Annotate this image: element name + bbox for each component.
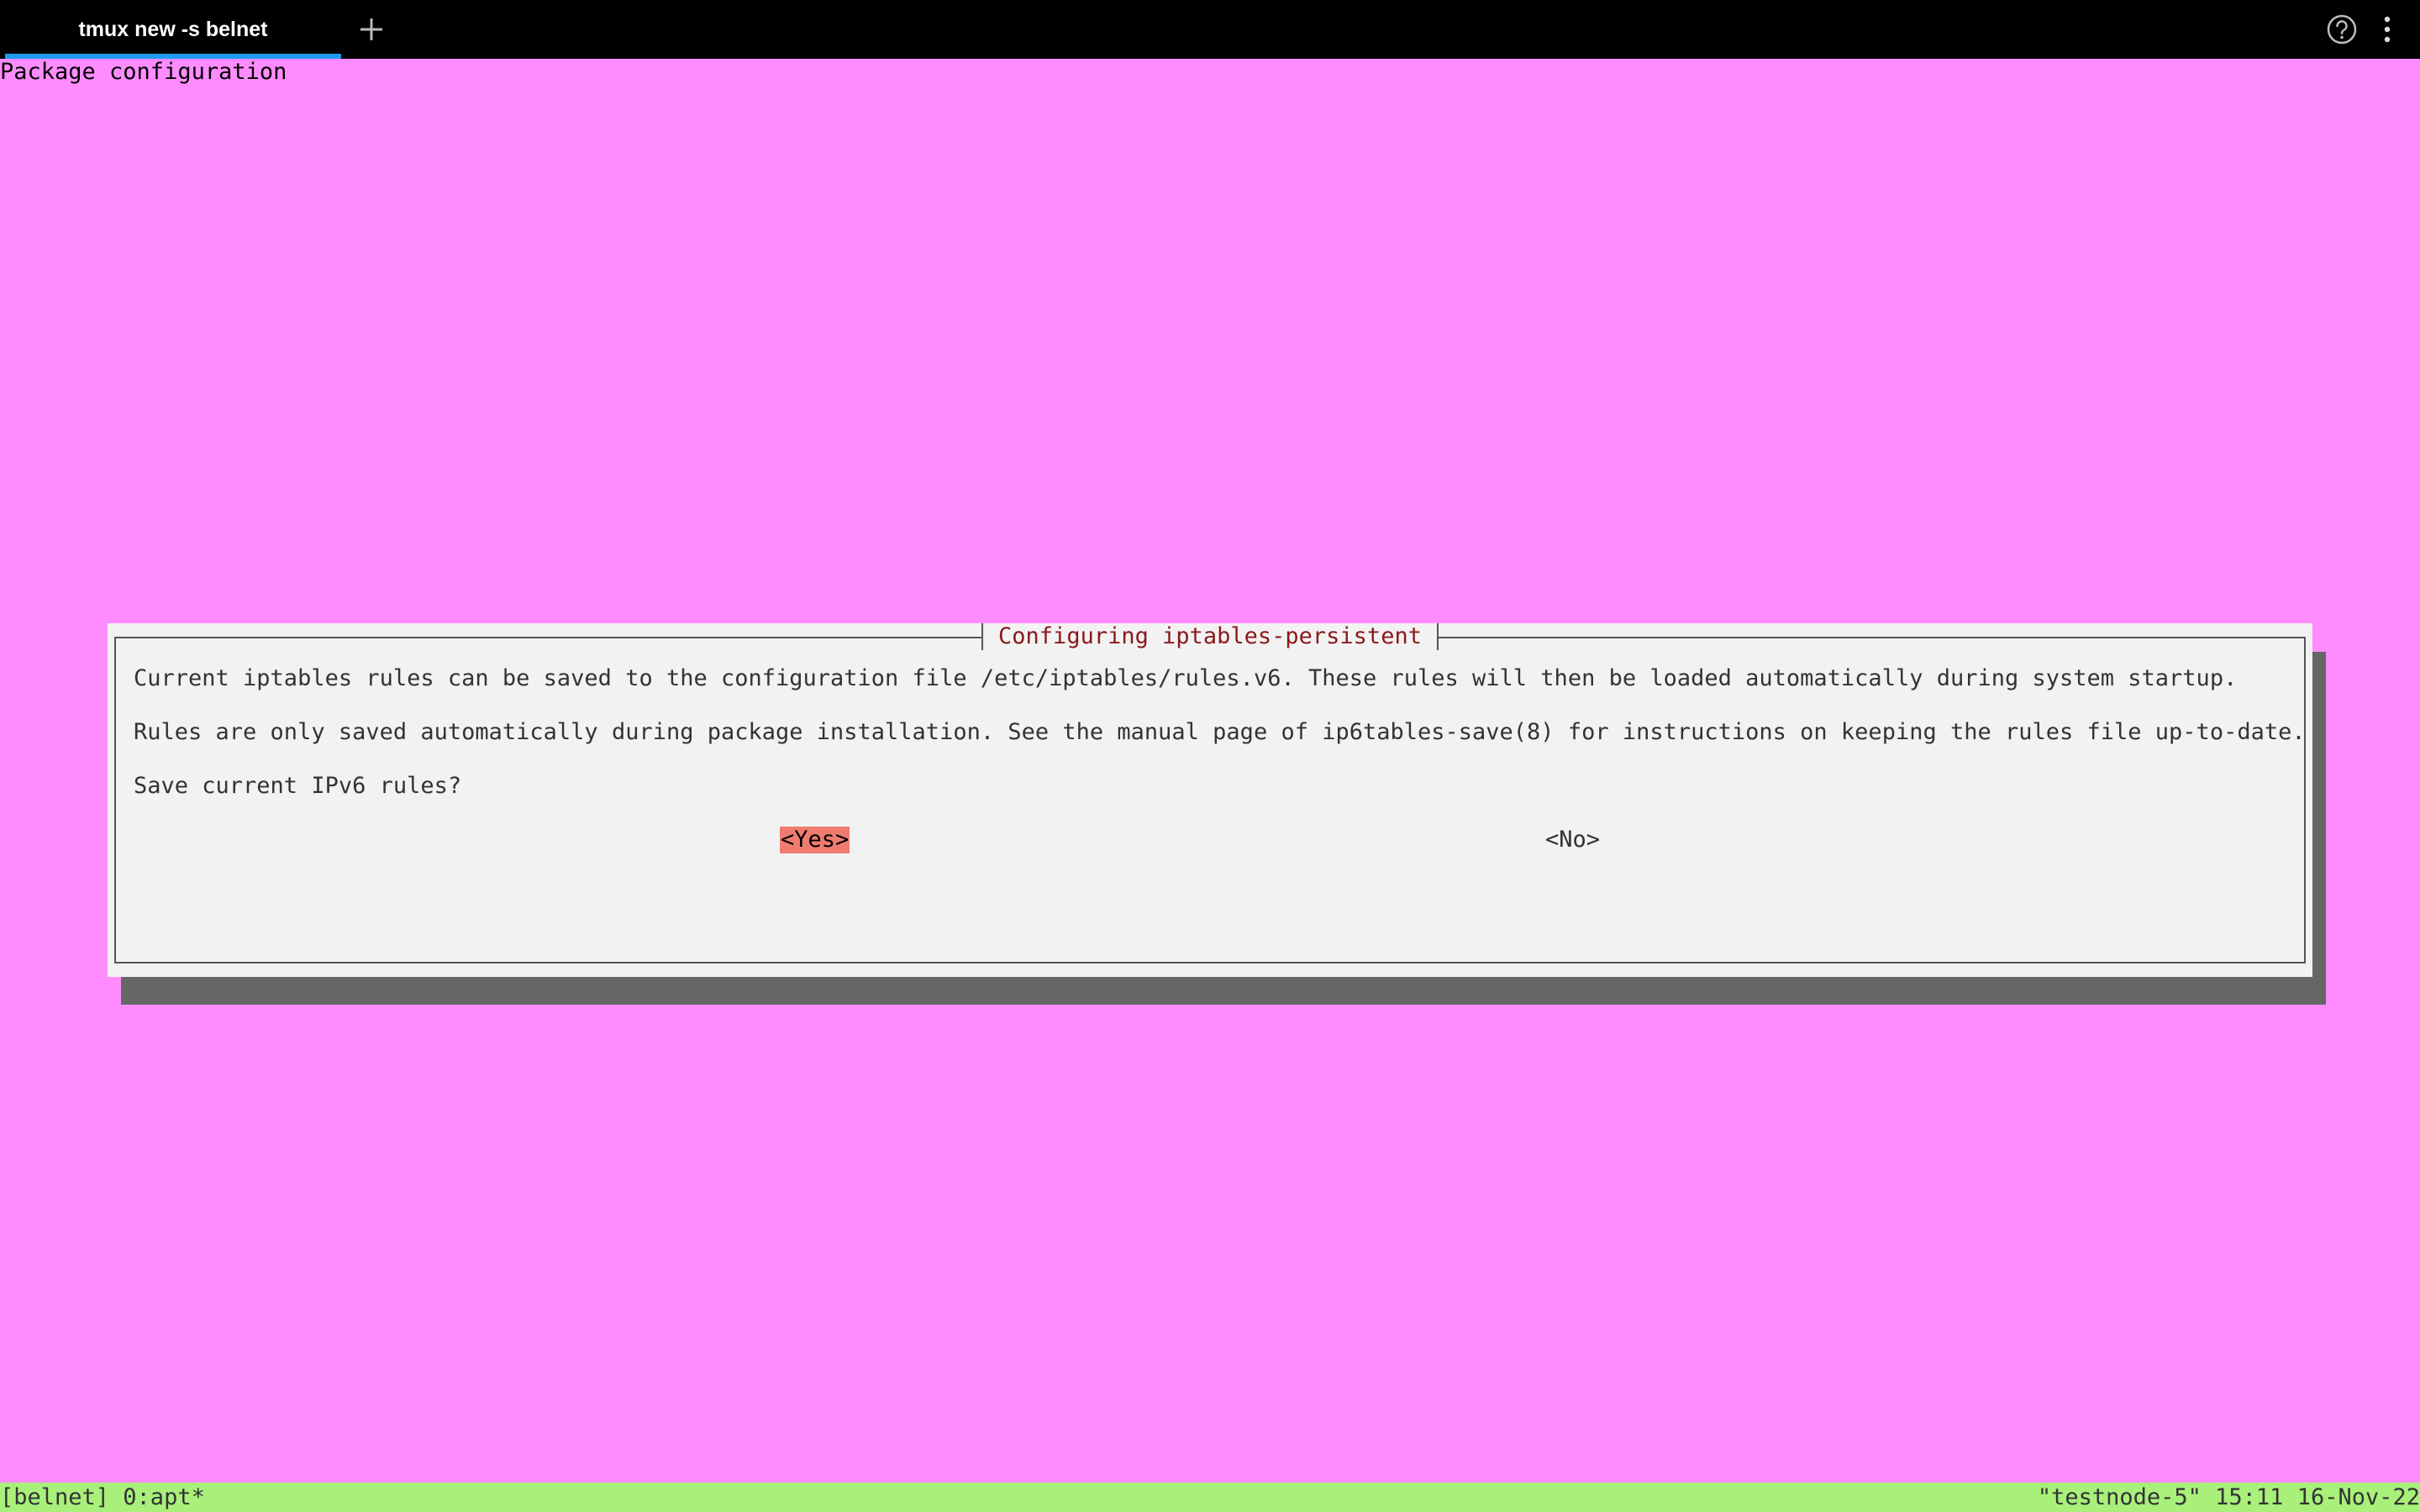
- status-host-time: "testnode-5" 15:11 16-Nov-22: [2037, 1484, 2420, 1510]
- plus-icon: [360, 18, 382, 40]
- no-button[interactable]: <No>: [1545, 827, 1600, 853]
- help-button[interactable]: [2324, 12, 2360, 47]
- tab-label: tmux new -s belnet: [78, 17, 268, 41]
- terminal-screen[interactable]: Package configuration Configuring iptabl…: [0, 59, 2420, 1483]
- menu-button[interactable]: [2375, 12, 2400, 47]
- new-tab-button[interactable]: [351, 9, 392, 50]
- dialog-title: Configuring iptables-persistent: [981, 623, 1439, 650]
- dialog-message-line: Current iptables rules can be saved to t…: [134, 665, 2238, 691]
- yes-button[interactable]: <Yes>: [780, 827, 850, 853]
- help-circle-icon: [2327, 14, 2357, 45]
- dialog-message-line: Rules are only saved automatically durin…: [134, 719, 2306, 745]
- dialog-box: Configuring iptables-persistent Current …: [108, 623, 2312, 977]
- backtitle: Package configuration: [0, 59, 287, 85]
- status-session-window: [belnet] 0:apt*: [0, 1484, 205, 1510]
- vertical-dots-icon: [2384, 16, 2391, 43]
- tab-bar: tmux new -s belnet: [0, 0, 2420, 59]
- tmux-status-bar: [belnet] 0:apt* "testnode-5" 15:11 16-No…: [0, 1483, 2420, 1512]
- tab-tmux-session[interactable]: tmux new -s belnet: [5, 0, 341, 59]
- dialog-question: Save current IPv6 rules?: [134, 773, 462, 799]
